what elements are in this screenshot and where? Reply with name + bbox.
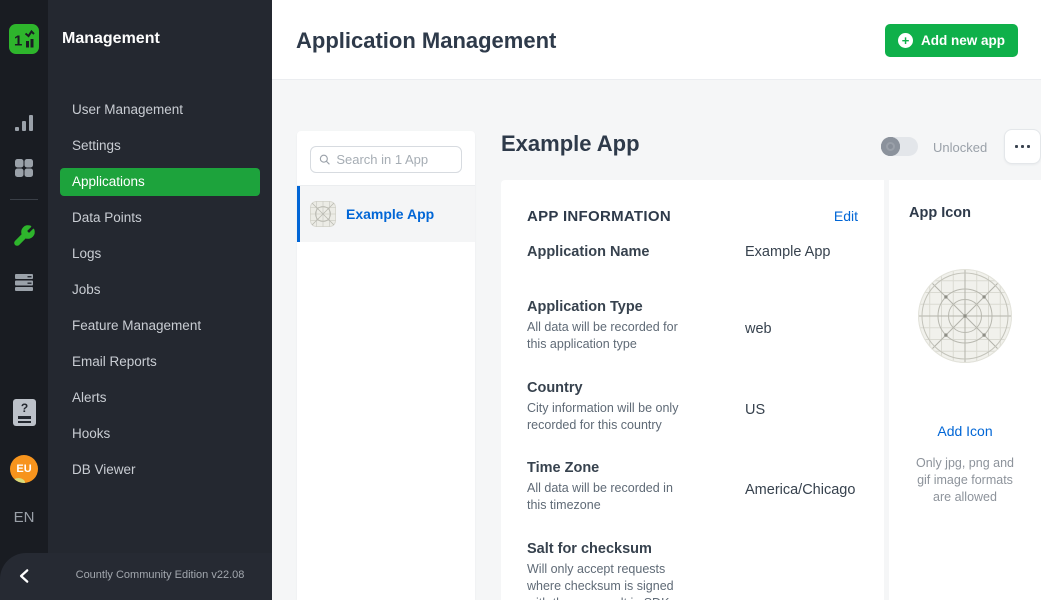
sidebar-item-settings[interactable]: Settings (60, 132, 260, 160)
sidebar-title: Management (62, 30, 160, 48)
add-new-app-button[interactable]: + Add new app (885, 24, 1018, 57)
field-description: Will only accept requests where checksum… (527, 561, 731, 600)
dashboards-icon[interactable] (12, 156, 36, 180)
rail-divider (10, 199, 38, 200)
app-list-item-label: Example App (346, 206, 434, 222)
field-label: Time Zone (527, 460, 731, 476)
management-wrench-icon[interactable] (12, 224, 36, 248)
main-header: Application Management + Add new app (272, 0, 1041, 80)
app-search-input[interactable] (336, 152, 453, 167)
add-icon-link[interactable]: Add Icon (889, 423, 1041, 439)
user-avatar[interactable]: EU (10, 455, 38, 483)
sidebar-item-data-points[interactable]: Data Points (60, 204, 260, 232)
management-sidebar: Management User Management Settings Appl… (48, 0, 272, 553)
field-label: Application Type (527, 299, 731, 315)
lock-toggle-knob (881, 137, 900, 156)
language-selector[interactable]: EN (0, 509, 48, 526)
app-list-panel: Example App (297, 131, 475, 600)
feedback-question-glyph: ? (13, 401, 36, 415)
plus-icon: + (898, 33, 913, 48)
app-search-box[interactable] (310, 146, 462, 173)
sidebar-menu: User Management Settings Applications Da… (60, 96, 260, 492)
analytics-icon[interactable] (12, 112, 36, 136)
sidebar-item-hooks[interactable]: Hooks (60, 420, 260, 448)
info-row-application-type: Application Type All data will be record… (527, 299, 858, 354)
sidebar-item-email-reports[interactable]: Email Reports (60, 348, 260, 376)
info-row-application-name: Application Name Example App (527, 244, 858, 264)
sidebar-item-logs[interactable]: Logs (60, 240, 260, 268)
application-management-screen: 1 ? (0, 0, 1041, 600)
feedback-bar (18, 416, 31, 419)
sidebar-item-applications[interactable]: Applications (60, 168, 260, 196)
field-description: All data will be recorded in this timezo… (527, 480, 731, 515)
info-row-time-zone: Time Zone All data will be recorded in t… (527, 460, 858, 515)
add-new-app-label: Add new app (921, 33, 1005, 48)
info-row-country: Country City information will be only re… (527, 380, 858, 435)
sidebar-footer: Countly Community Edition v22.08 (0, 553, 272, 600)
info-row-salt-for-checksum: Salt for checksum Will only accept reque… (527, 541, 858, 600)
field-label: Salt for checksum (527, 541, 731, 557)
sidebar-item-jobs[interactable]: Jobs (60, 276, 260, 304)
sidebar-item-user-management[interactable]: User Management (60, 96, 260, 124)
app-icon-placeholder (918, 269, 1012, 363)
app-information-card: APP INFORMATION Edit Application Name Ex… (501, 180, 884, 600)
data-manager-icon[interactable] (12, 270, 36, 294)
app-information-header: APP INFORMATION (527, 208, 671, 225)
ellipsis-icon (1015, 145, 1018, 148)
field-value: web (745, 321, 772, 354)
field-label: Country (527, 380, 731, 396)
feedback-bar (18, 421, 31, 424)
field-value: America/Chicago (745, 482, 855, 515)
field-value: Example App (745, 244, 830, 264)
app-icon-card: App Icon Add Icon Only jpg, png and gif … (889, 180, 1041, 600)
lock-toggle[interactable] (881, 137, 918, 156)
sidebar-item-alerts[interactable]: Alerts (60, 384, 260, 412)
version-caption: Countly Community Edition v22.08 (60, 569, 260, 581)
lock-state-label: Unlocked (933, 140, 987, 155)
app-placeholder-icon (310, 201, 336, 227)
icon-rail: 1 ? (0, 0, 48, 600)
edit-link[interactable]: Edit (834, 208, 858, 224)
page-title: Application Management (296, 28, 556, 54)
field-description: All data will be recorded for this appli… (527, 319, 731, 354)
field-value: US (745, 402, 765, 435)
sidebar-item-db-viewer[interactable]: DB Viewer (60, 456, 260, 484)
sidebar-item-feature-management[interactable]: Feature Management (60, 312, 260, 340)
icon-format-hint: Only jpg, png and gif image formats are … (889, 455, 1041, 506)
svg-text:1: 1 (14, 33, 22, 50)
search-icon (319, 153, 330, 166)
field-label: Application Name (527, 244, 731, 260)
app-list-item-example-app[interactable]: Example App (297, 186, 475, 242)
app-icon-header: App Icon (889, 180, 1041, 221)
more-options-button[interactable] (1004, 129, 1041, 164)
feedback-icon[interactable]: ? (13, 399, 36, 426)
collapse-sidebar-icon[interactable] (16, 567, 34, 585)
app-detail-title: Example App (501, 131, 640, 157)
countly-logo-icon[interactable]: 1 (9, 24, 39, 54)
field-description: City information will be only recorded f… (527, 400, 731, 435)
avatar-initials: EU (16, 463, 31, 475)
